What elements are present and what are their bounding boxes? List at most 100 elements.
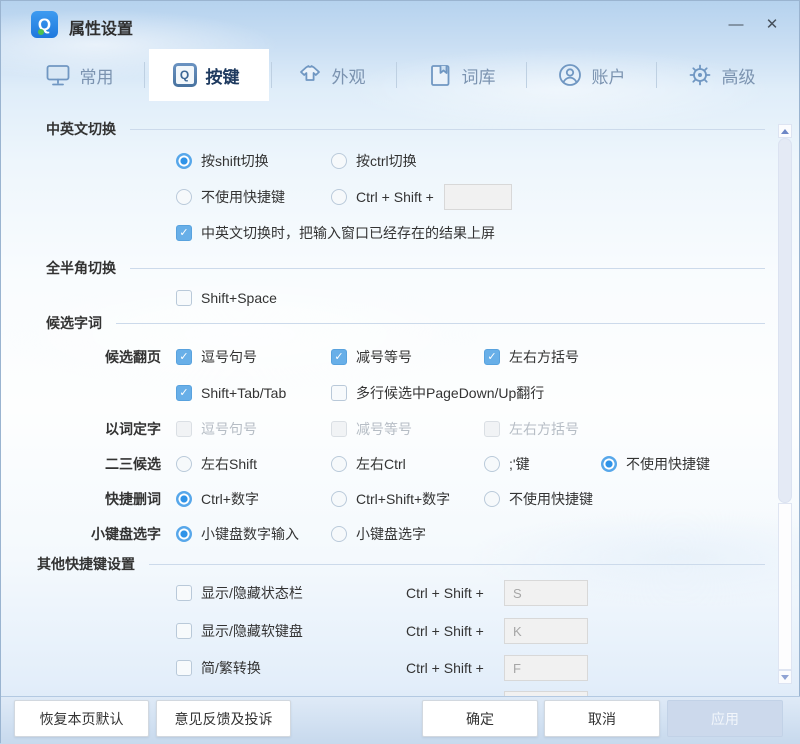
row-label-second-third: 二三候选	[1, 454, 161, 474]
tab-advanced-label: 高级	[722, 63, 756, 88]
radio-off-icon	[331, 456, 347, 472]
checkbox-unchecked-icon	[176, 290, 192, 306]
radio-no-hotkey[interactable]: 不使用快捷键	[176, 187, 331, 207]
section-title: 中英文切换	[46, 119, 116, 139]
section-divider	[130, 129, 765, 130]
radio-secthird-shift[interactable]: 左右Shift	[176, 454, 331, 474]
section-candidates-header: 候选字词	[1, 310, 800, 336]
scroll-down-button[interactable]	[778, 670, 792, 684]
tab-general[interactable]: 常用	[17, 49, 141, 101]
radio-on-icon	[176, 526, 192, 542]
radio-secthird-ctrl[interactable]: 左右Ctrl	[331, 454, 484, 474]
section-title: 全半角切换	[46, 258, 116, 278]
checkbox-simplified-traditional[interactable]: 简/繁转换	[176, 658, 406, 678]
settings-panel: 中英文切换 按shift切换 按ctrl切换 不使用快捷键 Ctrl + Shi…	[1, 101, 800, 698]
tab-separator	[396, 62, 397, 88]
scroll-up-icon	[781, 129, 789, 134]
radio-numpad-select[interactable]: 小键盘选字	[331, 524, 426, 544]
scrollbar-thumb[interactable]	[778, 138, 792, 503]
tab-general-label: 常用	[80, 63, 114, 88]
cancel-button[interactable]: 取消	[544, 700, 660, 737]
tab-dictionary-label: 词库	[462, 63, 496, 88]
checkbox-paging-comma-period[interactable]: ✓ 逗号句号	[176, 347, 331, 367]
radio-on-icon	[176, 153, 192, 169]
tab-separator	[526, 62, 527, 88]
row-label-wordfix: 以词定字	[1, 419, 161, 439]
radio-on-icon	[601, 456, 617, 472]
radio-off-icon	[176, 189, 192, 205]
checkbox-checked-icon: ✓	[331, 349, 347, 365]
radio-numpad-number-input[interactable]: 小键盘数字输入	[176, 524, 331, 544]
tab-appearance[interactable]: 外观	[269, 49, 393, 101]
checkbox-shift-space[interactable]: Shift+Space	[176, 290, 277, 306]
checkbox-commit-on-switch[interactable]: ✓ 中英文切换时，把输入窗口已经存在的结果上屏	[176, 223, 495, 243]
checkbox-disabled-icon	[176, 421, 192, 437]
ok-button[interactable]: 确定	[422, 700, 538, 737]
tab-keys-label: 按键	[206, 63, 240, 88]
checkbox-paging-shift-tab[interactable]: ✓ Shift+Tab/Tab	[176, 385, 331, 401]
hotkey-key-input[interactable]: F	[504, 655, 588, 681]
radio-switch-by-shift[interactable]: 按shift切换	[176, 151, 331, 171]
radio-switch-by-ctrl[interactable]: 按ctrl切换	[331, 151, 417, 171]
close-button[interactable]: ✕	[759, 14, 785, 36]
radio-on-icon	[176, 491, 192, 507]
radio-off-icon	[331, 189, 347, 205]
scroll-up-button[interactable]	[778, 124, 792, 138]
hotkey-key-input[interactable]: S	[504, 580, 588, 606]
custom-hotkey-input[interactable]	[444, 184, 512, 210]
row-label-paging: 候选翻页	[1, 347, 161, 367]
section-other-hotkeys-header: 其他快捷键设置	[1, 551, 800, 577]
vertical-scrollbar[interactable]	[778, 124, 792, 684]
radio-delword-none[interactable]: 不使用快捷键	[484, 489, 593, 509]
tab-appearance-label: 外观	[332, 63, 366, 88]
monitor-icon	[45, 63, 71, 88]
checkbox-checked-icon: ✓	[176, 225, 192, 241]
keyboard-key-icon: Q	[173, 63, 197, 87]
tab-advanced[interactable]: 高级	[659, 49, 783, 101]
checkbox-paging-minus-equal[interactable]: ✓ 减号等号	[331, 347, 484, 367]
section-full-half-header: 全半角切换	[1, 255, 800, 281]
radio-secthird-none[interactable]: 不使用快捷键	[601, 454, 710, 474]
radio-off-icon	[331, 526, 347, 542]
hotkey-key-input[interactable]: K	[504, 618, 588, 644]
row-label-numpad: 小键盘选字	[1, 524, 161, 544]
tab-account-label: 账户	[592, 63, 626, 88]
title-bar: Q 属性设置 — ✕	[1, 1, 800, 49]
tab-separator	[656, 62, 657, 88]
checkbox-wordfix-brackets: 左右方括号	[484, 419, 579, 439]
checkbox-paging-brackets[interactable]: ✓ 左右方括号	[484, 347, 579, 367]
checkbox-toggle-softkeyboard[interactable]: 显示/隐藏软键盘	[176, 621, 406, 641]
minimize-button[interactable]: —	[723, 14, 749, 36]
user-account-icon	[557, 62, 583, 88]
checkbox-disabled-icon	[484, 421, 500, 437]
checkbox-unchecked-icon	[176, 660, 192, 676]
radio-delword-ctrl-num[interactable]: Ctrl+数字	[176, 489, 331, 509]
tab-bar: 常用 Q 按键 外观 词库 账户 高级	[1, 49, 800, 101]
tab-separator	[144, 62, 145, 88]
tab-dictionary[interactable]: 词库	[399, 49, 523, 101]
tab-keys[interactable]: Q 按键	[144, 49, 268, 101]
tab-account[interactable]: 账户	[529, 49, 653, 101]
radio-off-icon	[331, 153, 347, 169]
checkbox-toggle-statusbar[interactable]: 显示/隐藏状态栏	[176, 583, 406, 603]
scroll-down-icon	[781, 675, 789, 680]
hotkey-prefix: Ctrl + Shift +	[406, 623, 504, 639]
radio-delword-ctrl-shift-num[interactable]: Ctrl+Shift+数字	[331, 489, 484, 509]
radio-off-icon	[484, 456, 500, 472]
section-divider	[116, 323, 765, 324]
section-divider	[130, 268, 765, 269]
window-title: 属性设置	[69, 15, 133, 39]
hotkey-prefix: Ctrl + Shift +	[406, 660, 504, 676]
checkbox-unchecked-icon	[176, 623, 192, 639]
radio-custom-hotkey[interactable]: Ctrl + Shift +	[331, 189, 434, 205]
checkbox-unchecked-icon	[176, 585, 192, 601]
checkbox-disabled-icon	[331, 421, 347, 437]
logo-green-dot	[38, 29, 44, 35]
radio-off-icon	[484, 491, 500, 507]
scrollbar-track[interactable]	[778, 503, 792, 670]
feedback-button[interactable]: 意见反馈及投诉	[156, 700, 291, 737]
checkbox-paging-pagedown-up[interactable]: 多行候选中PageDown/Up翻行	[331, 383, 544, 403]
restore-defaults-button[interactable]: 恢复本页默认	[14, 700, 149, 737]
radio-secthird-semicolon[interactable]: ;'键	[484, 454, 601, 474]
app-logo-icon: Q	[31, 11, 58, 38]
